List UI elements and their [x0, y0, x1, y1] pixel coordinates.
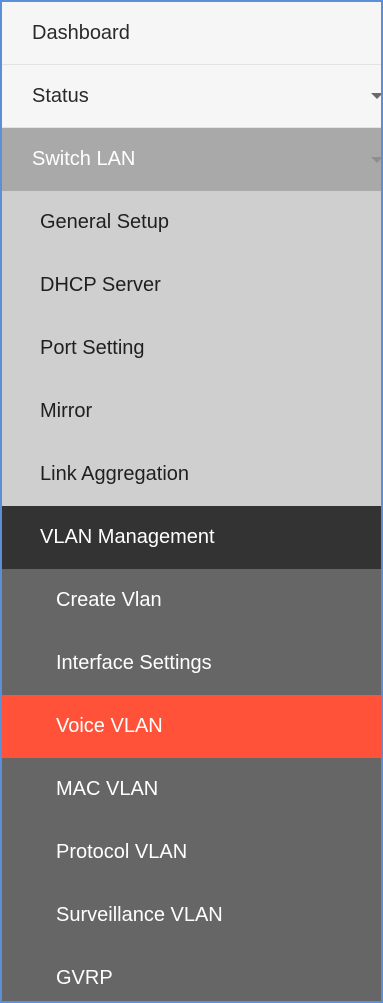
- nested-item-mac-vlan-label: MAC VLAN: [56, 778, 159, 800]
- menu-item-dashboard[interactable]: Dashboard: [2, 2, 381, 65]
- menu-item-status-label: Status: [32, 84, 89, 107]
- submenu-item-port-setting-label: Port Setting: [40, 337, 145, 359]
- nested-item-surveillance-vlan-label: Surveillance VLAN: [56, 904, 223, 926]
- submenu-item-mirror[interactable]: Mirror: [2, 380, 381, 443]
- nested-item-protocol-vlan-label: Protocol VLAN: [56, 841, 188, 863]
- submenu-item-link-aggregation-label: Link Aggregation: [40, 463, 190, 485]
- menu-item-switch-lan[interactable]: Switch LAN: [2, 128, 381, 191]
- submenu-item-general-setup-label: General Setup: [40, 211, 169, 233]
- nested-item-mac-vlan[interactable]: MAC VLAN: [2, 758, 381, 821]
- nested-item-gvrp-label: GVRP: [56, 967, 113, 989]
- caret-down-icon: [371, 93, 381, 99]
- caret-down-icon: [371, 156, 381, 163]
- menu-item-dashboard-label: Dashboard: [32, 21, 130, 44]
- submenu-item-port-setting[interactable]: Port Setting: [2, 317, 381, 380]
- menu-item-switch-lan-label: Switch LAN: [32, 148, 136, 170]
- nested-item-create-vlan-label: Create Vlan: [56, 589, 162, 611]
- submenu-item-general-setup[interactable]: General Setup: [2, 191, 381, 254]
- submenu-item-vlan-management[interactable]: VLAN Management: [2, 506, 381, 569]
- nested-item-create-vlan[interactable]: Create Vlan: [2, 569, 381, 632]
- menu-item-status[interactable]: Status: [2, 65, 381, 128]
- nested-item-protocol-vlan[interactable]: Protocol VLAN: [2, 821, 381, 884]
- submenu-item-vlan-management-label: VLAN Management: [40, 526, 215, 548]
- submenu-item-dhcp-server[interactable]: DHCP Server: [2, 254, 381, 317]
- navigation-menu: Dashboard Status Switch LAN General Setu…: [2, 2, 381, 1001]
- nested-item-surveillance-vlan[interactable]: Surveillance VLAN: [2, 884, 381, 947]
- nested-item-voice-vlan-active[interactable]: Voice VLAN: [2, 695, 381, 758]
- submenu-item-dhcp-server-label: DHCP Server: [40, 274, 161, 296]
- submenu-item-mirror-label: Mirror: [40, 400, 93, 422]
- nested-item-interface-settings-label: Interface Settings: [56, 652, 212, 674]
- navigation-sidebar-frame: Dashboard Status Switch LAN General Setu…: [0, 0, 383, 1003]
- submenu-item-link-aggregation[interactable]: Link Aggregation: [2, 443, 381, 506]
- nested-item-interface-settings[interactable]: Interface Settings: [2, 632, 381, 695]
- nested-item-gvrp[interactable]: GVRP: [2, 947, 381, 1001]
- nested-item-voice-vlan-label: Voice VLAN: [56, 715, 163, 737]
